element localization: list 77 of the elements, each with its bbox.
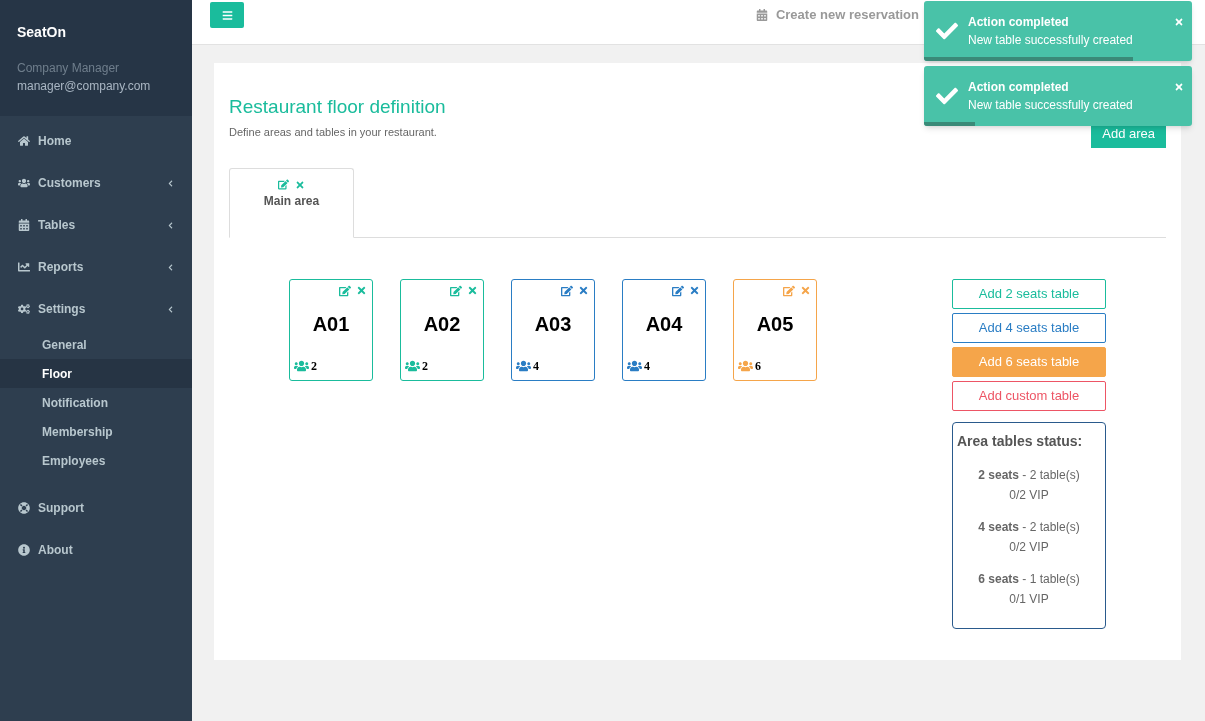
check-icon: [936, 20, 958, 42]
table-card[interactable]: A03 4: [511, 279, 595, 381]
seat-count: 6: [755, 358, 761, 375]
seat-count: 4: [644, 358, 650, 375]
users-icon: [516, 360, 531, 372]
vip-count: 0/2 VIP: [1009, 487, 1049, 504]
info-icon: [18, 544, 30, 556]
edit-icon[interactable]: [783, 285, 795, 297]
chart-icon: [18, 261, 30, 273]
delete-icon[interactable]: [356, 285, 367, 296]
menu-button[interactable]: [210, 2, 244, 28]
close-icon[interactable]: [1174, 17, 1184, 27]
seat-count: 4: [533, 358, 539, 375]
lifebuoy-icon: [18, 502, 30, 514]
close-icon[interactable]: [1174, 82, 1184, 92]
status-line: 4 seats - 2 table(s): [978, 519, 1080, 536]
sidebar-item[interactable]: Customers: [0, 162, 192, 204]
table-name: A02: [422, 312, 462, 337]
toast-title: Action completed: [968, 79, 1070, 96]
submenu-item[interactable]: Employees: [0, 446, 192, 475]
toast-message: New table successfully created: [968, 97, 1133, 114]
sidebar-item[interactable]: Settings: [0, 288, 192, 330]
table-name: A05: [755, 312, 795, 337]
seat-count: 2: [422, 358, 428, 375]
page-title: Restaurant floor definition: [229, 95, 446, 119]
add-table-button[interactable]: Add custom table: [952, 381, 1106, 411]
table-card[interactable]: A04 4: [622, 279, 706, 381]
seat-count: 2: [311, 358, 317, 375]
status-line: 6 seats - 1 table(s): [978, 571, 1080, 588]
table-card[interactable]: A01 2: [289, 279, 373, 381]
home-icon: [18, 135, 30, 147]
status-title: Area tables status:: [957, 432, 1084, 451]
check-icon: [936, 85, 958, 107]
menu-icon: [221, 9, 233, 21]
edit-icon[interactable]: [672, 285, 684, 297]
users-icon: [405, 360, 420, 372]
edit-icon[interactable]: [278, 179, 289, 190]
user-email: manager@company.com: [17, 78, 152, 95]
user-role: Company Manager: [17, 60, 121, 77]
table-name: A01: [311, 312, 351, 337]
users-icon: [627, 360, 642, 372]
delete-icon[interactable]: [800, 285, 811, 296]
sidebar-item[interactable]: About: [0, 529, 192, 571]
gears-icon: [18, 303, 30, 315]
users-icon: [294, 360, 309, 372]
table-name: A03: [533, 312, 573, 337]
add-table-button[interactable]: Add 4 seats table: [952, 313, 1106, 343]
delete-icon[interactable]: [578, 285, 589, 296]
table-card[interactable]: A02 2: [400, 279, 484, 381]
sidebar-item[interactable]: Reports: [0, 246, 192, 288]
submenu-item[interactable]: Floor: [0, 359, 192, 388]
sidebar-item[interactable]: Support: [0, 487, 192, 529]
calendar-icon: [755, 9, 768, 21]
delete-icon[interactable]: [295, 179, 305, 190]
submenu-item[interactable]: Membership: [0, 417, 192, 446]
delete-icon[interactable]: [689, 285, 700, 296]
submenu-item[interactable]: Notification: [0, 388, 192, 417]
submenu-item[interactable]: General: [0, 330, 192, 359]
delete-icon[interactable]: [467, 285, 478, 296]
brand-name: SeatOn: [17, 23, 67, 42]
users-icon: [18, 177, 30, 189]
toast-message: New table successfully created: [968, 32, 1133, 49]
vip-count: 0/1 VIP: [1009, 591, 1049, 608]
users-icon: [738, 360, 753, 372]
toast-title: Action completed: [968, 14, 1070, 31]
page-subtitle: Define areas and tables in your restaurant.: [229, 124, 438, 140]
table-name: A04: [644, 312, 684, 337]
sidebar-item[interactable]: Home: [0, 120, 192, 162]
edit-icon[interactable]: [450, 285, 462, 297]
vip-count: 0/2 VIP: [1009, 539, 1049, 556]
sidebar-item[interactable]: Tables: [0, 204, 192, 246]
edit-icon[interactable]: [339, 285, 351, 297]
edit-icon[interactable]: [561, 285, 573, 297]
area-tab[interactable]: Main area: [229, 168, 354, 238]
calendar-icon: [18, 219, 30, 231]
status-line: 2 seats - 2 table(s): [978, 467, 1080, 484]
table-card[interactable]: A05 6: [733, 279, 817, 381]
